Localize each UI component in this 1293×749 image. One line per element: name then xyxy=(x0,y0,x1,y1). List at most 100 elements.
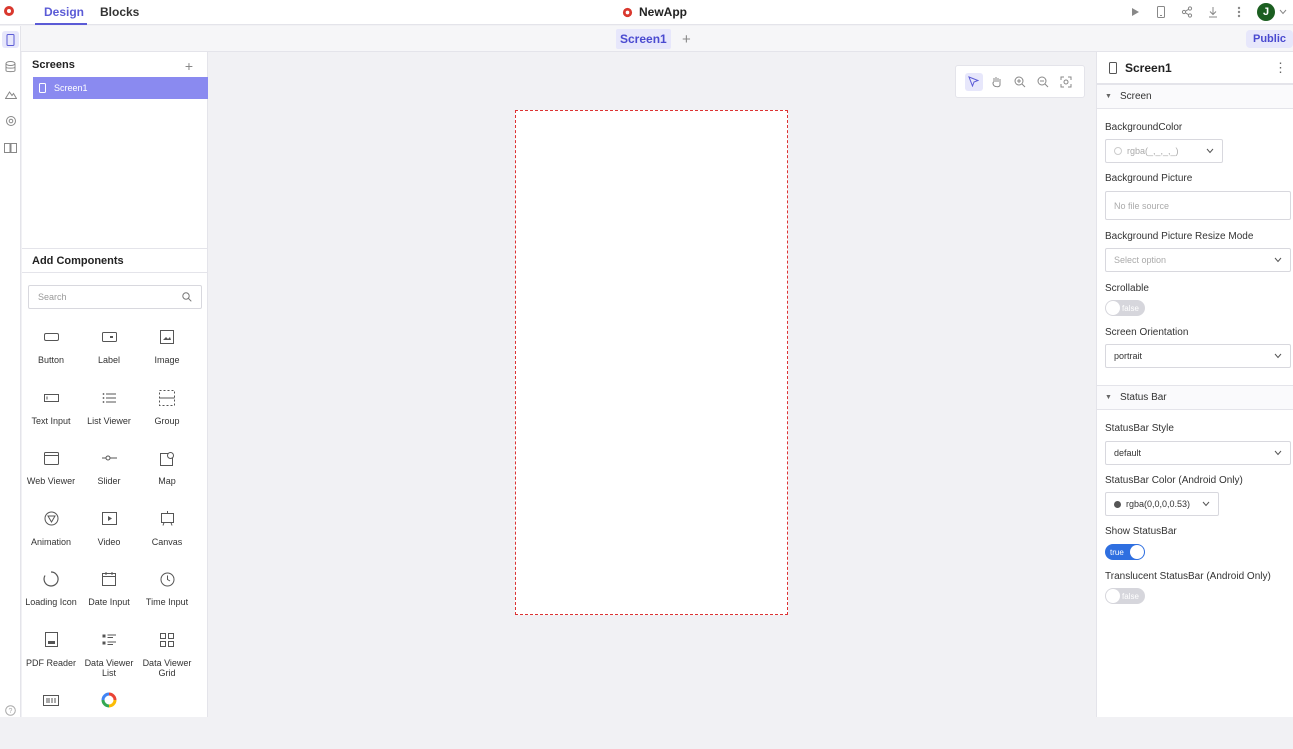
component-label: List Viewer xyxy=(87,415,131,426)
map-icon xyxy=(159,450,175,466)
background-color-value: rgba(_,_,_,_) xyxy=(1127,146,1179,156)
component-search-input[interactable]: Search xyxy=(28,285,202,309)
search-placeholder: Search xyxy=(38,292,67,302)
section-status-bar[interactable]: ▼ Status Bar xyxy=(1097,385,1293,410)
translucent-statusbar-value: false xyxy=(1122,591,1139,601)
screen-tab-bar: Screen1 + Public xyxy=(21,26,1293,52)
component-label: Group xyxy=(154,415,180,426)
component-list-viewer[interactable]: List Viewer xyxy=(80,386,138,447)
component-date-input[interactable]: Date Input xyxy=(80,567,138,628)
tab-screen1[interactable]: Screen1 xyxy=(616,29,671,49)
add-screen-button[interactable]: + xyxy=(682,31,691,48)
label-icon xyxy=(101,329,117,345)
resize-mode-select[interactable]: Select option xyxy=(1105,248,1291,272)
screen-list-item[interactable]: Screen1 xyxy=(33,77,208,99)
statusbar-color-picker[interactable]: rgba(0,0,0,0.53) xyxy=(1105,492,1219,516)
download-icon[interactable] xyxy=(1205,3,1221,21)
more-vertical-icon[interactable] xyxy=(1231,3,1247,21)
color-swatch-icon xyxy=(1114,147,1122,155)
component-loading-icon[interactable]: Loading Icon xyxy=(22,567,80,628)
component-animation[interactable]: Animation xyxy=(22,507,80,568)
book-icon[interactable] xyxy=(2,139,19,156)
chevron-down-icon xyxy=(1274,450,1282,456)
component-label: Canvas xyxy=(151,536,183,547)
app-logo-icon xyxy=(622,7,633,17)
section-title: Status Bar xyxy=(1119,392,1167,403)
component-time-input[interactable]: Time Input xyxy=(138,567,196,628)
play-icon[interactable] xyxy=(1127,3,1143,21)
component-pdf-reader[interactable]: PDF Reader xyxy=(22,628,80,689)
loading-icon xyxy=(43,571,59,587)
translucent-statusbar-toggle[interactable]: false xyxy=(1105,588,1145,604)
component-web-viewer[interactable]: Web Viewer xyxy=(22,446,80,507)
component-text-input[interactable]: Text Input xyxy=(22,386,80,447)
section-screen[interactable]: ▼ Screen xyxy=(1097,84,1293,109)
component-canvas[interactable]: Canvas xyxy=(138,507,196,568)
web-viewer-icon xyxy=(43,450,59,466)
background-picture-field[interactable]: No file source xyxy=(1105,191,1291,220)
component-map[interactable]: Map xyxy=(138,446,196,507)
image-icon[interactable] xyxy=(2,85,19,102)
component-google[interactable] xyxy=(80,688,138,749)
share-icon[interactable] xyxy=(1179,3,1195,21)
database-icon[interactable] xyxy=(2,58,19,75)
component-label: Text Input xyxy=(31,415,71,426)
color-swatch-icon xyxy=(1114,500,1121,508)
component-label-widget[interactable]: Label xyxy=(80,325,138,386)
svg-text:?: ? xyxy=(9,708,13,715)
slider-icon xyxy=(101,450,117,466)
caret-down-icon: ▼ xyxy=(1105,93,1112,100)
app-logo-icon[interactable] xyxy=(3,5,15,17)
hand-icon[interactable] xyxy=(988,73,1006,91)
component-label: Map xyxy=(158,476,176,486)
scrollable-toggle[interactable]: false xyxy=(1105,300,1145,316)
statusbar-style-select[interactable]: default xyxy=(1105,441,1291,465)
zoom-in-icon[interactable] xyxy=(1011,73,1029,91)
component-group[interactable]: Group xyxy=(138,386,196,447)
zoom-out-icon[interactable] xyxy=(1034,73,1052,91)
chevron-down-icon[interactable] xyxy=(1279,3,1287,21)
properties-header: Screen1 xyxy=(1097,52,1293,84)
component-data-viewer-list[interactable]: Data Viewer List xyxy=(80,628,138,689)
device-icon[interactable] xyxy=(1153,3,1169,21)
pointer-icon[interactable] xyxy=(964,72,983,91)
help-icon[interactable]: ? xyxy=(2,702,19,719)
avatar[interactable]: J xyxy=(1257,3,1275,21)
fit-screen-icon[interactable] xyxy=(1057,73,1075,91)
background-picture-value: No file source xyxy=(1114,200,1170,211)
component-button[interactable]: Button xyxy=(22,325,80,386)
video-icon xyxy=(101,511,117,527)
phone-icon xyxy=(39,83,46,93)
list-icon xyxy=(101,390,117,406)
public-button[interactable]: Public xyxy=(1245,30,1293,48)
phone-preview-frame[interactable] xyxy=(515,110,788,615)
chevron-down-icon xyxy=(1206,148,1214,154)
component-label: Slider xyxy=(97,476,121,486)
phone-icon[interactable] xyxy=(2,31,19,48)
screens-title: Screens xyxy=(32,59,75,71)
component-data-viewer-grid[interactable]: Data Viewer Grid xyxy=(138,628,196,689)
background-color-picker[interactable]: rgba(_,_,_,_) xyxy=(1105,139,1223,163)
screen-list-item-label: Screen1 xyxy=(54,83,88,93)
component-label: Animation xyxy=(30,536,72,547)
resize-mode-label: Background Picture Resize Mode xyxy=(1105,231,1254,242)
component-slider[interactable]: Slider xyxy=(80,446,138,507)
canvas-icon xyxy=(159,511,175,527)
component-label: Image xyxy=(154,355,180,365)
component-label: Loading Icon xyxy=(25,597,77,607)
scrollable-label: Scrollable xyxy=(1105,283,1149,294)
component-image[interactable]: Image xyxy=(138,325,196,386)
clock-icon xyxy=(159,571,175,587)
tab-design[interactable]: Design xyxy=(44,5,84,19)
show-statusbar-toggle[interactable]: true xyxy=(1105,544,1145,560)
tab-blocks[interactable]: Blocks xyxy=(100,5,139,19)
component-video[interactable]: Video xyxy=(80,507,138,568)
add-screen-icon[interactable]: + xyxy=(185,58,193,74)
design-canvas[interactable] xyxy=(209,52,1095,717)
more-vertical-icon[interactable]: ⋮ xyxy=(1274,60,1287,76)
gear-icon[interactable] xyxy=(2,112,19,129)
component-label: Button xyxy=(37,355,65,365)
component-barcode[interactable] xyxy=(22,688,80,749)
orientation-select[interactable]: portrait xyxy=(1105,344,1291,368)
button-icon xyxy=(43,329,59,345)
